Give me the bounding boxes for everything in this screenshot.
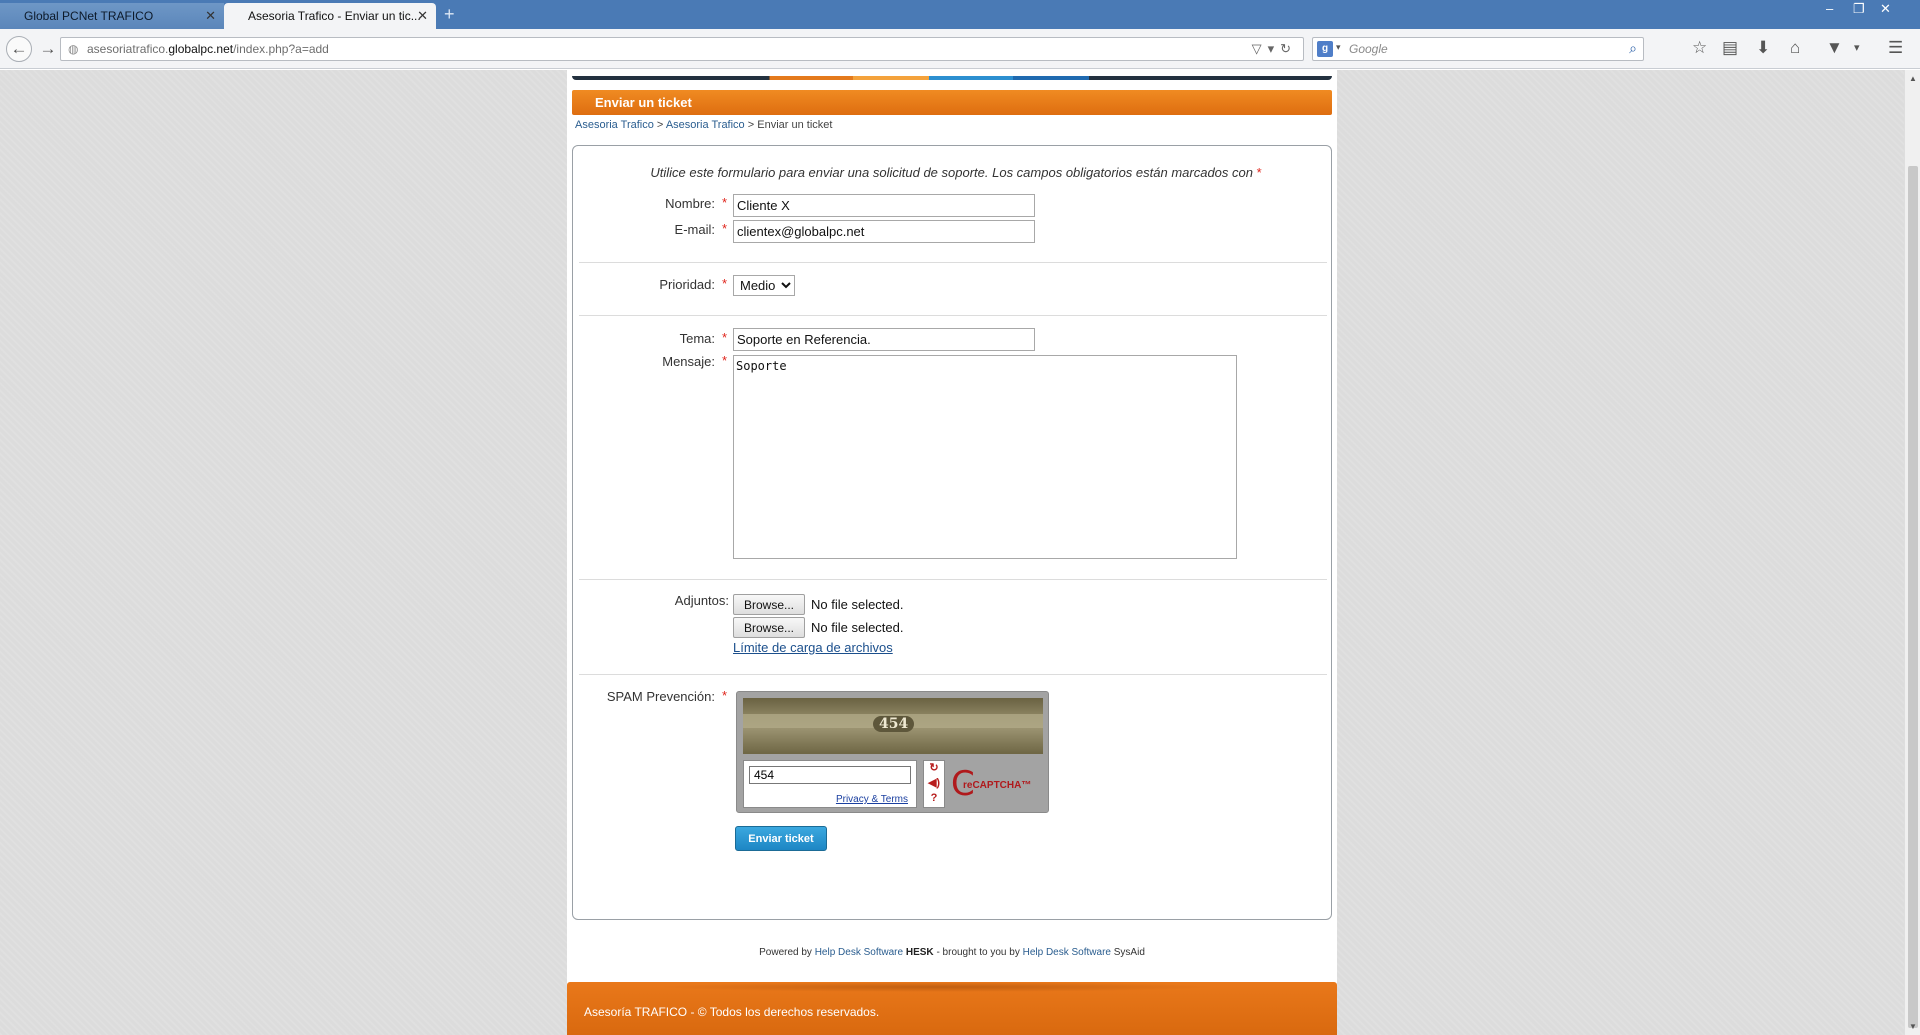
required-mark: * [722,353,728,368]
powered-mid: - brought to you by [936,947,1020,958]
tema-label: Tema: [679,331,715,346]
bookmarks-list-icon[interactable]: ▤ [1722,38,1738,58]
browse-button-1[interactable]: Browse... [733,594,805,615]
audio-icon[interactable]: ◀) [924,776,944,791]
nombre-label: Nombre: [665,196,715,211]
recaptcha-logo: C reCAPTCHA™ [951,766,1041,804]
forward-arrow-icon[interactable]: → [36,37,60,61]
tema-input[interactable] [733,328,1035,351]
home-icon[interactable]: ⌂ [1790,38,1800,58]
url-bar[interactable]: ◍ asesoriatrafico.globalpc.net/index.php… [60,37,1304,61]
tab-asesoria-trafico[interactable]: Asesoria Trafico - Enviar un tic... ✕ [224,3,436,29]
search-engine-icon[interactable]: g [1317,41,1333,57]
footer-text: Asesoría TRAFICO - © Todos los derechos … [584,1005,880,1019]
search-placeholder: Google [1349,42,1388,56]
captcha-image: 454 [743,698,1043,754]
url-prefix: asesoriatrafico. [87,42,169,56]
chevron-down-icon[interactable]: ▾ [1854,41,1860,54]
captcha-input[interactable] [749,766,911,784]
submit-ticket-button[interactable]: Enviar ticket [735,826,827,851]
spam-label: SPAM Prevención: [606,689,715,704]
prioridad-select[interactable]: Medio [733,275,795,296]
chevron-down-icon[interactable]: ▾ [1336,42,1341,53]
prioridad-label: Prioridad: [659,277,715,292]
restore-icon[interactable]: ❐ [1853,1,1865,17]
help-desk-link-2[interactable]: Help Desk Software [1023,947,1111,958]
captcha-input-area: Privacy & Terms [743,760,917,808]
mensaje-label: Mensaje: [662,354,715,369]
required-mark: * [722,330,728,345]
browser-tabstrip: Global PCNet TRAFICO ✕ Asesoria Trafico … [0,0,1920,29]
divider [579,315,1327,316]
recaptcha-widget: 454 Privacy & Terms ↻ ◀) ? C reCAPTCHA™ [736,691,1049,813]
required-mark: * [722,276,728,291]
header-stripe [572,76,1332,80]
privacy-terms-link[interactable]: Privacy & Terms [836,794,908,805]
email-input[interactable] [733,220,1035,243]
powered-by: Powered by Help Desk Software HESK - bro… [567,947,1337,958]
new-tab-icon[interactable]: + [444,4,455,25]
no-file-text-1: No file selected. [811,597,904,612]
breadcrumb-current: Enviar un ticket [757,119,833,131]
window-close-icon[interactable]: ✕ [1880,1,1891,17]
minimize-icon[interactable]: – [1826,1,1833,16]
page-scrollbar[interactable]: ▲ ▼ [1904,70,1920,1035]
scrollbar-thumb[interactable] [1908,166,1918,1028]
help-icon[interactable]: ? [924,791,944,806]
pocket-icon[interactable]: ▼ [1826,38,1843,58]
scroll-up-icon[interactable]: ▲ [1909,74,1917,83]
reader-reload-icons[interactable]: ▽▾↻ [1252,41,1297,57]
nombre-input[interactable] [733,194,1035,217]
url-path: /index.php?a=add [233,42,329,56]
page-footer: Asesoría TRAFICO - © Todos los derechos … [567,982,1337,1035]
breadcrumb: Asesoria Trafico > Asesoria Trafico > En… [575,119,833,131]
upload-limit-link[interactable]: Límite de carga de archivos [733,640,893,655]
ticket-form: Utilice este formulario para enviar una … [572,145,1332,920]
page-container: Enviar un ticket Asesoria Trafico > Ases… [567,70,1337,1035]
adjuntos-label: Adjuntos: [674,593,729,608]
intro-text: Utilice este formulario para enviar una … [650,165,1253,180]
back-arrow-icon[interactable]: ← [6,36,32,62]
powered-product-hesk: HESK [905,947,934,958]
email-label: E-mail: [674,222,715,237]
form-intro: Utilice este formulario para enviar una … [573,165,1333,180]
tab-title: Asesoria Trafico - Enviar un tic... [248,9,421,23]
globe-icon: ◍ [68,42,79,56]
captcha-image-number: 454 [873,716,915,732]
mensaje-textarea[interactable]: Soporte [733,355,1237,559]
scroll-down-icon[interactable]: ▼ [1909,1022,1917,1031]
browser-navbar: ← → ◍ asesoriatrafico.globalpc.net/index… [0,29,1920,69]
search-bar[interactable]: g ▾ Google ⌕ [1312,37,1644,61]
tab-global-pcnet[interactable]: Global PCNet TRAFICO ✕ [0,3,224,29]
powered-prefix: Powered by [759,947,812,958]
powered-product-sysaid: SysAid [1113,947,1145,958]
recaptcha-brand: reCAPTCHA™ [963,780,1032,791]
required-mark: * [722,688,728,703]
tab-title: Global PCNet TRAFICO [24,9,154,23]
url-domain: globalpc.net [168,42,234,56]
required-mark: * [722,221,728,236]
menu-icon[interactable]: ☰ [1888,38,1903,58]
close-icon[interactable]: ✕ [417,8,428,24]
breadcrumb-link-home[interactable]: Asesoria Trafico [575,119,654,131]
refresh-icon[interactable]: ↻ [924,761,944,776]
search-icon[interactable]: ⌕ [1629,40,1637,57]
divider [579,262,1327,263]
page-background: Enviar un ticket Asesoria Trafico > Ases… [0,70,1904,1035]
no-file-text-2: No file selected. [811,620,904,635]
required-mark: * [1256,165,1262,180]
divider [579,579,1327,580]
browse-button-2[interactable]: Browse... [733,617,805,638]
bookmark-star-icon[interactable]: ☆ [1692,38,1707,58]
close-icon[interactable]: ✕ [205,8,216,24]
breadcrumb-link-section[interactable]: Asesoria Trafico [666,119,745,131]
required-mark: * [722,195,728,210]
download-icon[interactable]: ⬇ [1756,38,1770,58]
page-title: Enviar un ticket [572,90,1332,115]
divider [579,674,1327,675]
captcha-buttons: ↻ ◀) ? [923,760,945,808]
help-desk-link-1[interactable]: Help Desk Software [815,947,903,958]
